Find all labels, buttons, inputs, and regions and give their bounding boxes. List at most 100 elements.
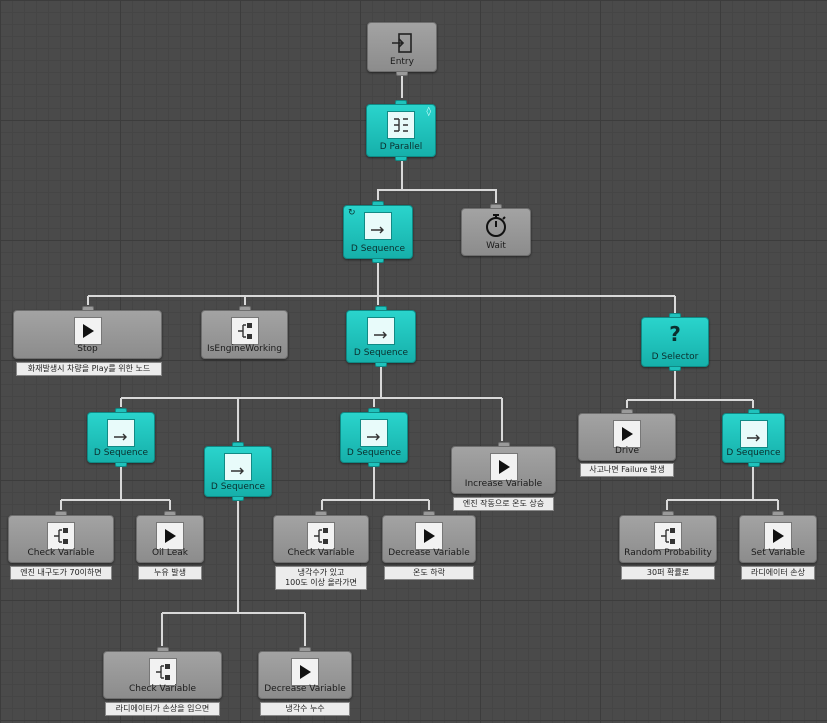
node-label: Decrease Variable <box>264 684 346 694</box>
node-label: D Selector <box>651 352 699 362</box>
conditional-node[interactable]: Random Probability <box>619 511 717 563</box>
sequence-node[interactable]: D Sequence <box>346 306 416 367</box>
comment-line: 100도 이상 올라가면 <box>285 578 357 587</box>
input-port[interactable] <box>747 409 760 414</box>
node-comment: 엔진 작동으로 온도 상승 <box>453 497 554 511</box>
action-node[interactable]: Decrease Variable <box>258 647 352 699</box>
output-port[interactable] <box>232 496 244 501</box>
play-icon <box>764 522 792 550</box>
sequence-node[interactable]: D Sequence <box>87 408 155 467</box>
node-label: D Sequence <box>93 448 149 458</box>
node-comment: 냉각수 누수 <box>260 702 350 716</box>
node-label: Random Probability <box>624 548 712 558</box>
selector-node[interactable]: ? D Selector <box>641 313 709 371</box>
node-label: Increase Variable <box>464 479 543 489</box>
question-icon: ? <box>669 322 681 346</box>
input-port[interactable] <box>55 511 67 516</box>
action-node[interactable]: Set Variable <box>739 511 817 563</box>
input-port[interactable] <box>395 100 407 105</box>
input-port[interactable] <box>669 313 681 318</box>
wire <box>402 189 497 203</box>
input-port[interactable] <box>662 511 674 516</box>
sequence-node[interactable]: D Sequence <box>722 409 785 467</box>
node-label: D Sequence <box>210 482 266 492</box>
action-node[interactable]: Increase Variable <box>451 442 556 494</box>
input-port[interactable] <box>81 306 94 311</box>
entry-node[interactable]: Entry <box>367 22 437 76</box>
conditional-icon <box>654 522 682 550</box>
node-label: Drive <box>615 446 639 456</box>
stopwatch-icon <box>482 211 510 239</box>
output-port[interactable] <box>372 258 384 263</box>
input-port[interactable] <box>772 511 784 516</box>
node-label: Check Variable <box>287 548 355 558</box>
node-label: Wait <box>486 241 506 251</box>
stop-node[interactable]: Stop <box>13 306 162 359</box>
input-port[interactable] <box>156 647 169 652</box>
input-port[interactable] <box>164 511 176 516</box>
sequence-node[interactable]: D Sequence <box>340 408 408 467</box>
input-port[interactable] <box>368 408 380 413</box>
input-port[interactable] <box>372 201 384 206</box>
input-port[interactable] <box>497 442 510 447</box>
action-node[interactable]: Decrease Variable <box>382 511 476 563</box>
conditional-node[interactable]: Check Variable <box>103 647 222 699</box>
input-port[interactable] <box>232 442 244 447</box>
sequence-node[interactable]: D Sequence <box>204 442 272 501</box>
action-node[interactable]: Oil Leak <box>136 511 204 563</box>
input-port[interactable] <box>375 306 387 311</box>
output-port[interactable] <box>396 71 408 76</box>
conditional-node[interactable]: Check Variable <box>8 511 114 563</box>
input-port[interactable] <box>299 647 311 652</box>
node-comment: 냉각수가 있고 100도 이상 올라가면 <box>275 566 367 590</box>
behavior-tree-canvas[interactable]: Entry ◊ D Parallel ↻ D Sequence Wait Sto… <box>0 0 827 723</box>
parallel-icon <box>387 111 415 139</box>
node-comment: 누유 발생 <box>138 566 202 580</box>
abort-icon: ◊ <box>426 107 431 117</box>
sequence-icon <box>367 317 395 345</box>
conditional-node[interactable]: IsEngineWorking <box>201 306 288 359</box>
node-comment: 30퍼 확률로 <box>621 566 715 580</box>
output-port[interactable] <box>669 366 681 371</box>
input-port[interactable] <box>115 408 127 413</box>
sequence-icon <box>107 419 135 447</box>
node-label: Entry <box>390 57 414 67</box>
input-port[interactable] <box>238 306 251 311</box>
conditional-icon <box>307 522 335 550</box>
node-label: Decrease Variable <box>388 548 470 558</box>
output-port[interactable] <box>115 462 127 467</box>
conditional-node[interactable]: Check Variable <box>273 511 369 563</box>
conditional-icon <box>47 522 75 550</box>
input-port[interactable] <box>423 511 435 516</box>
node-comment: 화재발생시 차량을 Play를 위한 노드 <box>16 362 162 376</box>
wire <box>377 160 403 200</box>
output-port[interactable] <box>368 462 380 467</box>
node-label: D Parallel <box>379 142 423 152</box>
play-icon <box>291 658 319 686</box>
node-comment: 엔진 내구도가 70이하면 <box>10 566 112 580</box>
sequence-icon <box>739 420 768 448</box>
sequence-icon <box>364 212 392 240</box>
node-label: D Sequence <box>346 448 402 458</box>
node-label: Oil Leak <box>151 548 189 558</box>
output-port[interactable] <box>747 462 760 467</box>
output-port[interactable] <box>375 362 387 367</box>
node-label: IsEngineWorking <box>207 344 282 354</box>
input-port[interactable] <box>621 409 633 414</box>
repeat-icon: ↻ <box>348 208 356 218</box>
comment-line: 냉각수가 있고 <box>297 568 345 577</box>
input-port[interactable] <box>490 204 502 209</box>
wait-node[interactable]: Wait <box>461 204 531 256</box>
play-icon <box>73 317 102 345</box>
sequence-node[interactable]: ↻ D Sequence <box>343 201 413 263</box>
action-node[interactable]: Drive <box>578 409 676 461</box>
conditional-icon <box>148 658 177 686</box>
node-comment: 라디에이터가 손상을 입으면 <box>105 702 220 716</box>
node-comment: 사고나면 Failure 발생 <box>580 463 674 477</box>
parallel-node[interactable]: ◊ D Parallel <box>366 100 436 161</box>
conditional-icon <box>230 317 259 345</box>
output-port[interactable] <box>395 156 407 161</box>
node-comment: 라디에이터 손상 <box>741 566 815 580</box>
input-port[interactable] <box>315 511 327 516</box>
node-label: D Sequence <box>726 448 781 458</box>
